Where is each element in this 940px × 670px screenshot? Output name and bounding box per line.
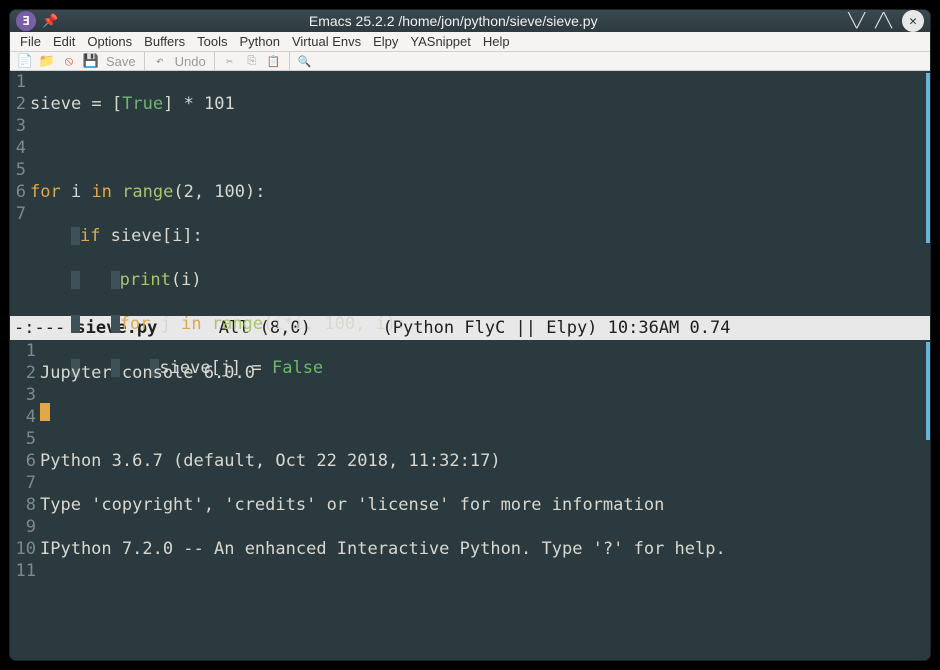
repl-pane[interactable]: 1 2 3 4 5 6 7 8 9 10 11 Jupyter console … [10,340,930,660]
titlebar: Ǝ 📌 Emacs 25.2.2 /home/jon/python/sieve/… [10,10,930,32]
window-title: Emacs 25.2.2 /home/jon/python/sieve/siev… [58,13,848,29]
scroll-indicator[interactable] [926,342,930,440]
menu-elpy[interactable]: Elpy [369,32,402,51]
line-number: 7 [10,472,36,494]
line-number: 5 [10,159,26,181]
separator [289,52,290,70]
menu-edit[interactable]: Edit [49,32,79,51]
maximize-icon[interactable]: ╱╲ [875,13,892,29]
menu-tools[interactable]: Tools [193,32,231,51]
separator [144,52,145,70]
menu-buffers[interactable]: Buffers [140,32,189,51]
menu-options[interactable]: Options [83,32,136,51]
emacs-window: Ǝ 📌 Emacs 25.2.2 /home/jon/python/sieve/… [10,10,930,660]
undo-label: Undo [173,54,208,69]
menubar: File Edit Options Buffers Tools Python V… [10,32,930,52]
emacs-icon: Ǝ [16,11,36,31]
copy-icon[interactable]: ⎘ [243,52,261,70]
line-number: 6 [10,450,36,472]
menu-virtual-envs[interactable]: Virtual Envs [288,32,365,51]
line-number: 11 [10,560,36,582]
line-number: 3 [10,384,36,406]
scroll-indicator[interactable] [926,73,930,243]
code-content[interactable]: sieve = [True] * 101 for i in range(2, 1… [28,71,930,316]
line-number: 2 [10,93,26,115]
code-pane[interactable]: 1 2 3 4 5 6 7 sieve = [True] * 101 for i… [10,71,930,316]
line-gutter: 1 2 3 4 5 6 7 [10,71,28,316]
search-icon[interactable]: 🔍 [296,52,314,70]
menu-yasnippet[interactable]: YASnippet [406,32,474,51]
line-number: 6 [10,181,26,203]
repl-content[interactable]: Jupyter console 6.0.0 Python 3.6.7 (defa… [38,340,930,660]
editor-area: 1 2 3 4 5 6 7 sieve = [True] * 101 for i… [10,71,930,660]
open-folder-icon[interactable]: 📁 [38,52,56,70]
save-icon[interactable]: 💾 [82,52,100,70]
kill-buffer-icon[interactable]: ⦸ [60,52,78,70]
line-number: 5 [10,428,36,450]
line-number: 4 [10,406,36,428]
line-number: 1 [10,340,36,362]
close-icon[interactable]: ✕ [902,10,924,32]
save-label: Save [104,54,138,69]
paste-icon[interactable]: 📋 [265,52,283,70]
line-number: 3 [10,115,26,137]
line-number: 8 [10,494,36,516]
menu-help[interactable]: Help [479,32,514,51]
undo-icon[interactable]: ↶ [151,52,169,70]
new-file-icon[interactable]: 📄 [16,52,34,70]
line-number: 10 [10,538,36,560]
line-number: 4 [10,137,26,159]
line-number: 9 [10,516,36,538]
pin-icon[interactable]: 📌 [42,14,58,29]
menu-file[interactable]: File [16,32,45,51]
minimize-icon[interactable]: ╲╱ [848,13,865,29]
toolbar: 📄 📁 ⦸ 💾 Save ↶ Undo ✂ ⎘ 📋 🔍 [10,52,930,71]
line-gutter: 1 2 3 4 5 6 7 8 9 10 11 [10,340,38,660]
line-number [10,225,26,247]
line-number: 1 [10,71,26,93]
line-number: 2 [10,362,36,384]
menu-python[interactable]: Python [235,32,283,51]
separator [214,52,215,70]
line-number: 7 [10,203,26,225]
cut-icon[interactable]: ✂ [221,52,239,70]
